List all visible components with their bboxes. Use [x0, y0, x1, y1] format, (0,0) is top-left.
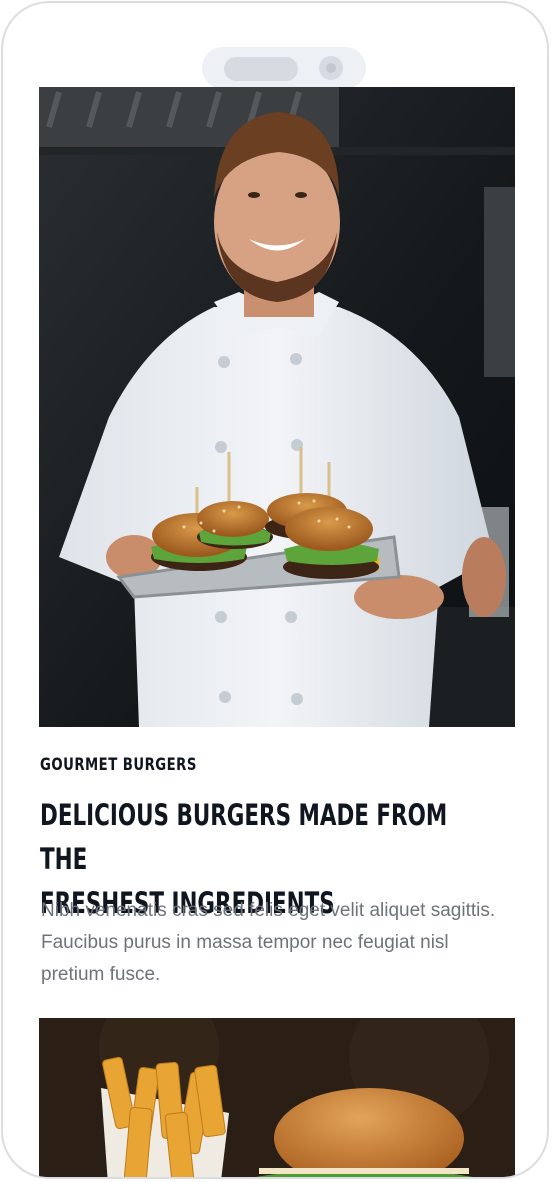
hero-image: [39, 87, 515, 727]
chef-burger-illustration: [39, 87, 515, 727]
headline-line-1: DELICIOUS BURGERS MADE FROM THE: [40, 798, 448, 876]
article-body: Nibh venenatis cras sed felis eget velit…: [41, 900, 496, 985]
fries-burger-illustration: [39, 1018, 515, 1177]
dynamic-island: [202, 47, 366, 89]
article-kicker: GOURMET BURGERS: [40, 755, 197, 775]
secondary-image: [39, 1018, 515, 1177]
camera-icon: [319, 56, 343, 80]
speaker-pill: [224, 57, 298, 81]
phone-frame: GOURMET BURGERS DELICIOUS BURGERS MADE F…: [1, 1, 549, 1179]
